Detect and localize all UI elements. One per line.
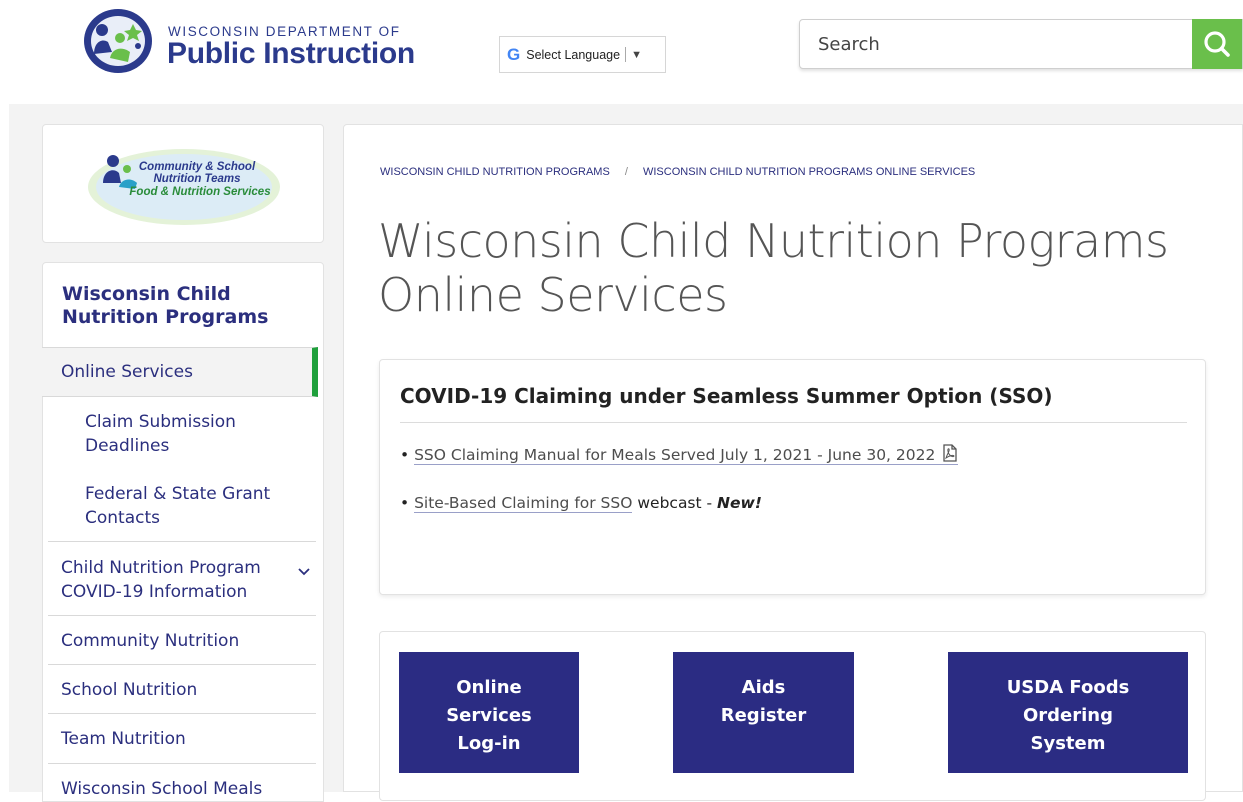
divider xyxy=(400,422,1187,423)
button-label-line: Log-in xyxy=(457,733,521,754)
covid-claiming-card: COVID-19 Claiming under Seamless Summer … xyxy=(379,359,1206,595)
button-label-line: Register xyxy=(720,705,807,726)
dpi-logo[interactable]: WISCONSIN DEPARTMENT OF Public Instructi… xyxy=(78,6,418,76)
logo-title: Public Instruction xyxy=(167,37,415,70)
divider xyxy=(48,713,316,714)
sidebar-item-label: Child Nutrition Program COVID-19 Informa… xyxy=(61,558,261,602)
breadcrumb: WISCONSIN CHILD NUTRITION PROGRAMS / WIS… xyxy=(380,166,975,178)
search-icon xyxy=(1204,31,1230,57)
button-label-line: Ordering xyxy=(1022,705,1114,726)
search-input[interactable] xyxy=(800,20,1194,68)
language-select[interactable]: G Select Language ▼ xyxy=(499,36,666,73)
dropdown-arrow-icon: ▼ xyxy=(631,48,642,61)
sidebar-logo-card: Community & School Nutrition Teams Food … xyxy=(42,124,324,243)
divider xyxy=(48,615,316,616)
new-badge: New! xyxy=(717,494,762,512)
list-item: • Site-Based Claiming for SSO webcast - … xyxy=(400,494,762,513)
usda-foods-ordering-button[interactable]: USDA Foods Ordering System xyxy=(948,652,1188,773)
page-title: Wisconsin Child Nutrition Programs Onlin… xyxy=(378,214,1169,322)
site-based-claiming-link[interactable]: Site-Based Claiming for SSO xyxy=(414,494,633,513)
sidebar-item-wisconsin-school-meals[interactable]: Wisconsin School Meals xyxy=(61,777,329,801)
button-label-line: Services xyxy=(446,705,532,726)
sso-claiming-manual-link[interactable]: SSO Claiming Manual for Meals Served Jul… xyxy=(414,444,959,465)
list-item: • SSO Claiming Manual for Meals Served J… xyxy=(400,444,959,465)
sidebar-nav: Wisconsin Child Nutrition Programs xyxy=(42,262,324,802)
google-g-icon: G xyxy=(507,44,521,64)
site-header: WISCONSIN DEPARTMENT OF Public Instructi… xyxy=(0,0,1243,104)
sidebar-item-online-services[interactable]: Online Services xyxy=(42,347,318,397)
chevron-down-icon[interactable] xyxy=(298,568,310,576)
sidebar-logo-line1: Community & School xyxy=(139,161,256,173)
search-bar xyxy=(799,19,1243,69)
divider xyxy=(48,763,316,764)
sidebar-item-label: Team Nutrition xyxy=(61,729,186,749)
sidebar-item-team-nutrition[interactable]: Team Nutrition xyxy=(61,727,329,751)
breadcrumb-link-online-services[interactable]: WISCONSIN CHILD NUTRITION PROGRAMS ONLIN… xyxy=(643,166,975,178)
language-select-label: Select Language xyxy=(526,47,621,62)
sidebar-item-community-nutrition[interactable]: Community Nutrition xyxy=(61,629,329,653)
online-services-login-button[interactable]: Online Services Log-in xyxy=(399,652,579,773)
pdf-file-icon xyxy=(943,444,957,462)
button-label-line: USDA Foods xyxy=(1006,677,1130,698)
breadcrumb-separator: / xyxy=(624,166,628,178)
sidebar-item-label: Online Services xyxy=(61,362,193,382)
button-label-line: System xyxy=(1030,733,1106,754)
dpi-logo-mark-icon xyxy=(84,9,152,73)
webcast-text: webcast - xyxy=(632,494,718,512)
sidebar-item-covid-information[interactable]: Child Nutrition Program COVID-19 Informa… xyxy=(61,556,281,604)
covid-card-heading: COVID-19 Claiming under Seamless Summer … xyxy=(400,384,1053,408)
divider xyxy=(48,541,316,542)
sidebar-logo-line2: Nutrition Teams xyxy=(153,173,240,185)
sidebar-item-label: School Nutrition xyxy=(61,680,198,700)
button-label-line: Aids xyxy=(741,677,786,698)
sidebar-item-label: Community Nutrition xyxy=(61,631,240,651)
sidebar-item-federal-state-grant-contacts[interactable]: Federal & State Grant Contacts xyxy=(85,482,285,530)
sidebar-item-school-nutrition[interactable]: School Nutrition xyxy=(61,678,329,702)
sidebar-logo-line3: Food & Nutrition Services xyxy=(129,186,270,198)
divider xyxy=(625,47,627,62)
breadcrumb-link-child-nutrition[interactable]: WISCONSIN CHILD NUTRITION PROGRAMS xyxy=(380,166,610,178)
sso-claiming-manual-label: SSO Claiming Manual for Meals Served Jul… xyxy=(414,446,936,464)
aids-register-button[interactable]: Aids Register xyxy=(673,652,854,773)
sidebar-title[interactable]: Wisconsin Child Nutrition Programs xyxy=(62,283,312,329)
bullet: • xyxy=(400,446,415,464)
sidebar-item-claim-submission-deadlines[interactable]: Claim Submission Deadlines xyxy=(85,410,285,458)
button-label-line: Online xyxy=(456,677,522,698)
bullet: • xyxy=(400,494,415,512)
sidebar-item-label: Wisconsin School Meals xyxy=(61,779,263,799)
community-school-nutrition-logo[interactable]: Community & School Nutrition Teams Food … xyxy=(43,125,325,244)
search-button[interactable] xyxy=(1192,19,1242,69)
divider xyxy=(48,664,316,665)
